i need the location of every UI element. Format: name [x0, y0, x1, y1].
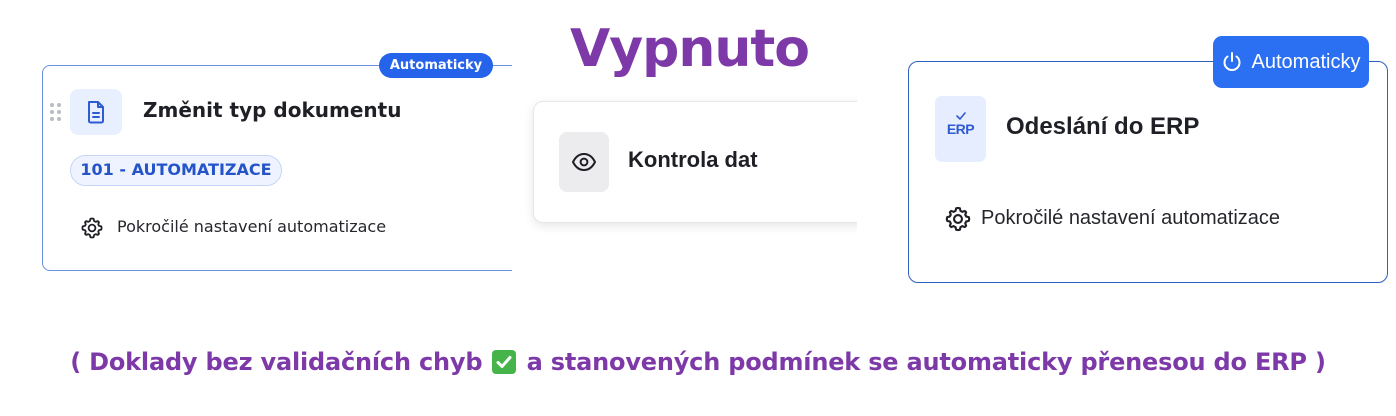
advanced-settings-link[interactable]: Pokročilé nastavení automatizace [117, 217, 386, 236]
gear-icon[interactable] [80, 216, 104, 240]
erp-icon-tile: ERP [935, 96, 986, 162]
footnote: ( Doklady bez validačních chyb a stanove… [0, 348, 1396, 376]
card-title: Kontrola dat [628, 147, 758, 172]
erp-icon-text: ERP [946, 121, 975, 137]
erp-icon: ERP [946, 112, 975, 137]
card-send-to-erp[interactable] [908, 61, 1388, 283]
gear-icon[interactable] [944, 205, 972, 233]
card-title: Odeslání do ERP [1006, 113, 1200, 140]
badge-label: Automaticky [1251, 50, 1361, 73]
automation-code-pill[interactable]: 101 - AUTOMATIZACE [70, 155, 282, 186]
card-title: Změnit typ dokumentu [143, 98, 402, 122]
drag-handle-icon[interactable] [50, 103, 64, 123]
state-title: Vypnuto [570, 19, 810, 79]
eye-icon-tile [559, 132, 609, 192]
power-icon [1223, 52, 1241, 71]
eye-icon [572, 153, 596, 171]
automatic-badge[interactable]: Automaticky [1213, 36, 1369, 88]
check-mark-icon [492, 350, 517, 374]
footnote-text-before: ( Doklady bez validačních chyb [70, 348, 483, 376]
document-icon-tile [70, 89, 122, 135]
automatic-badge[interactable]: Automaticky [379, 53, 493, 78]
footnote-text-after: a stanovených podmínek se automaticky př… [526, 348, 1326, 376]
advanced-settings-link[interactable]: Pokročilé nastavení automatizace [981, 207, 1280, 230]
document-icon [88, 101, 104, 124]
